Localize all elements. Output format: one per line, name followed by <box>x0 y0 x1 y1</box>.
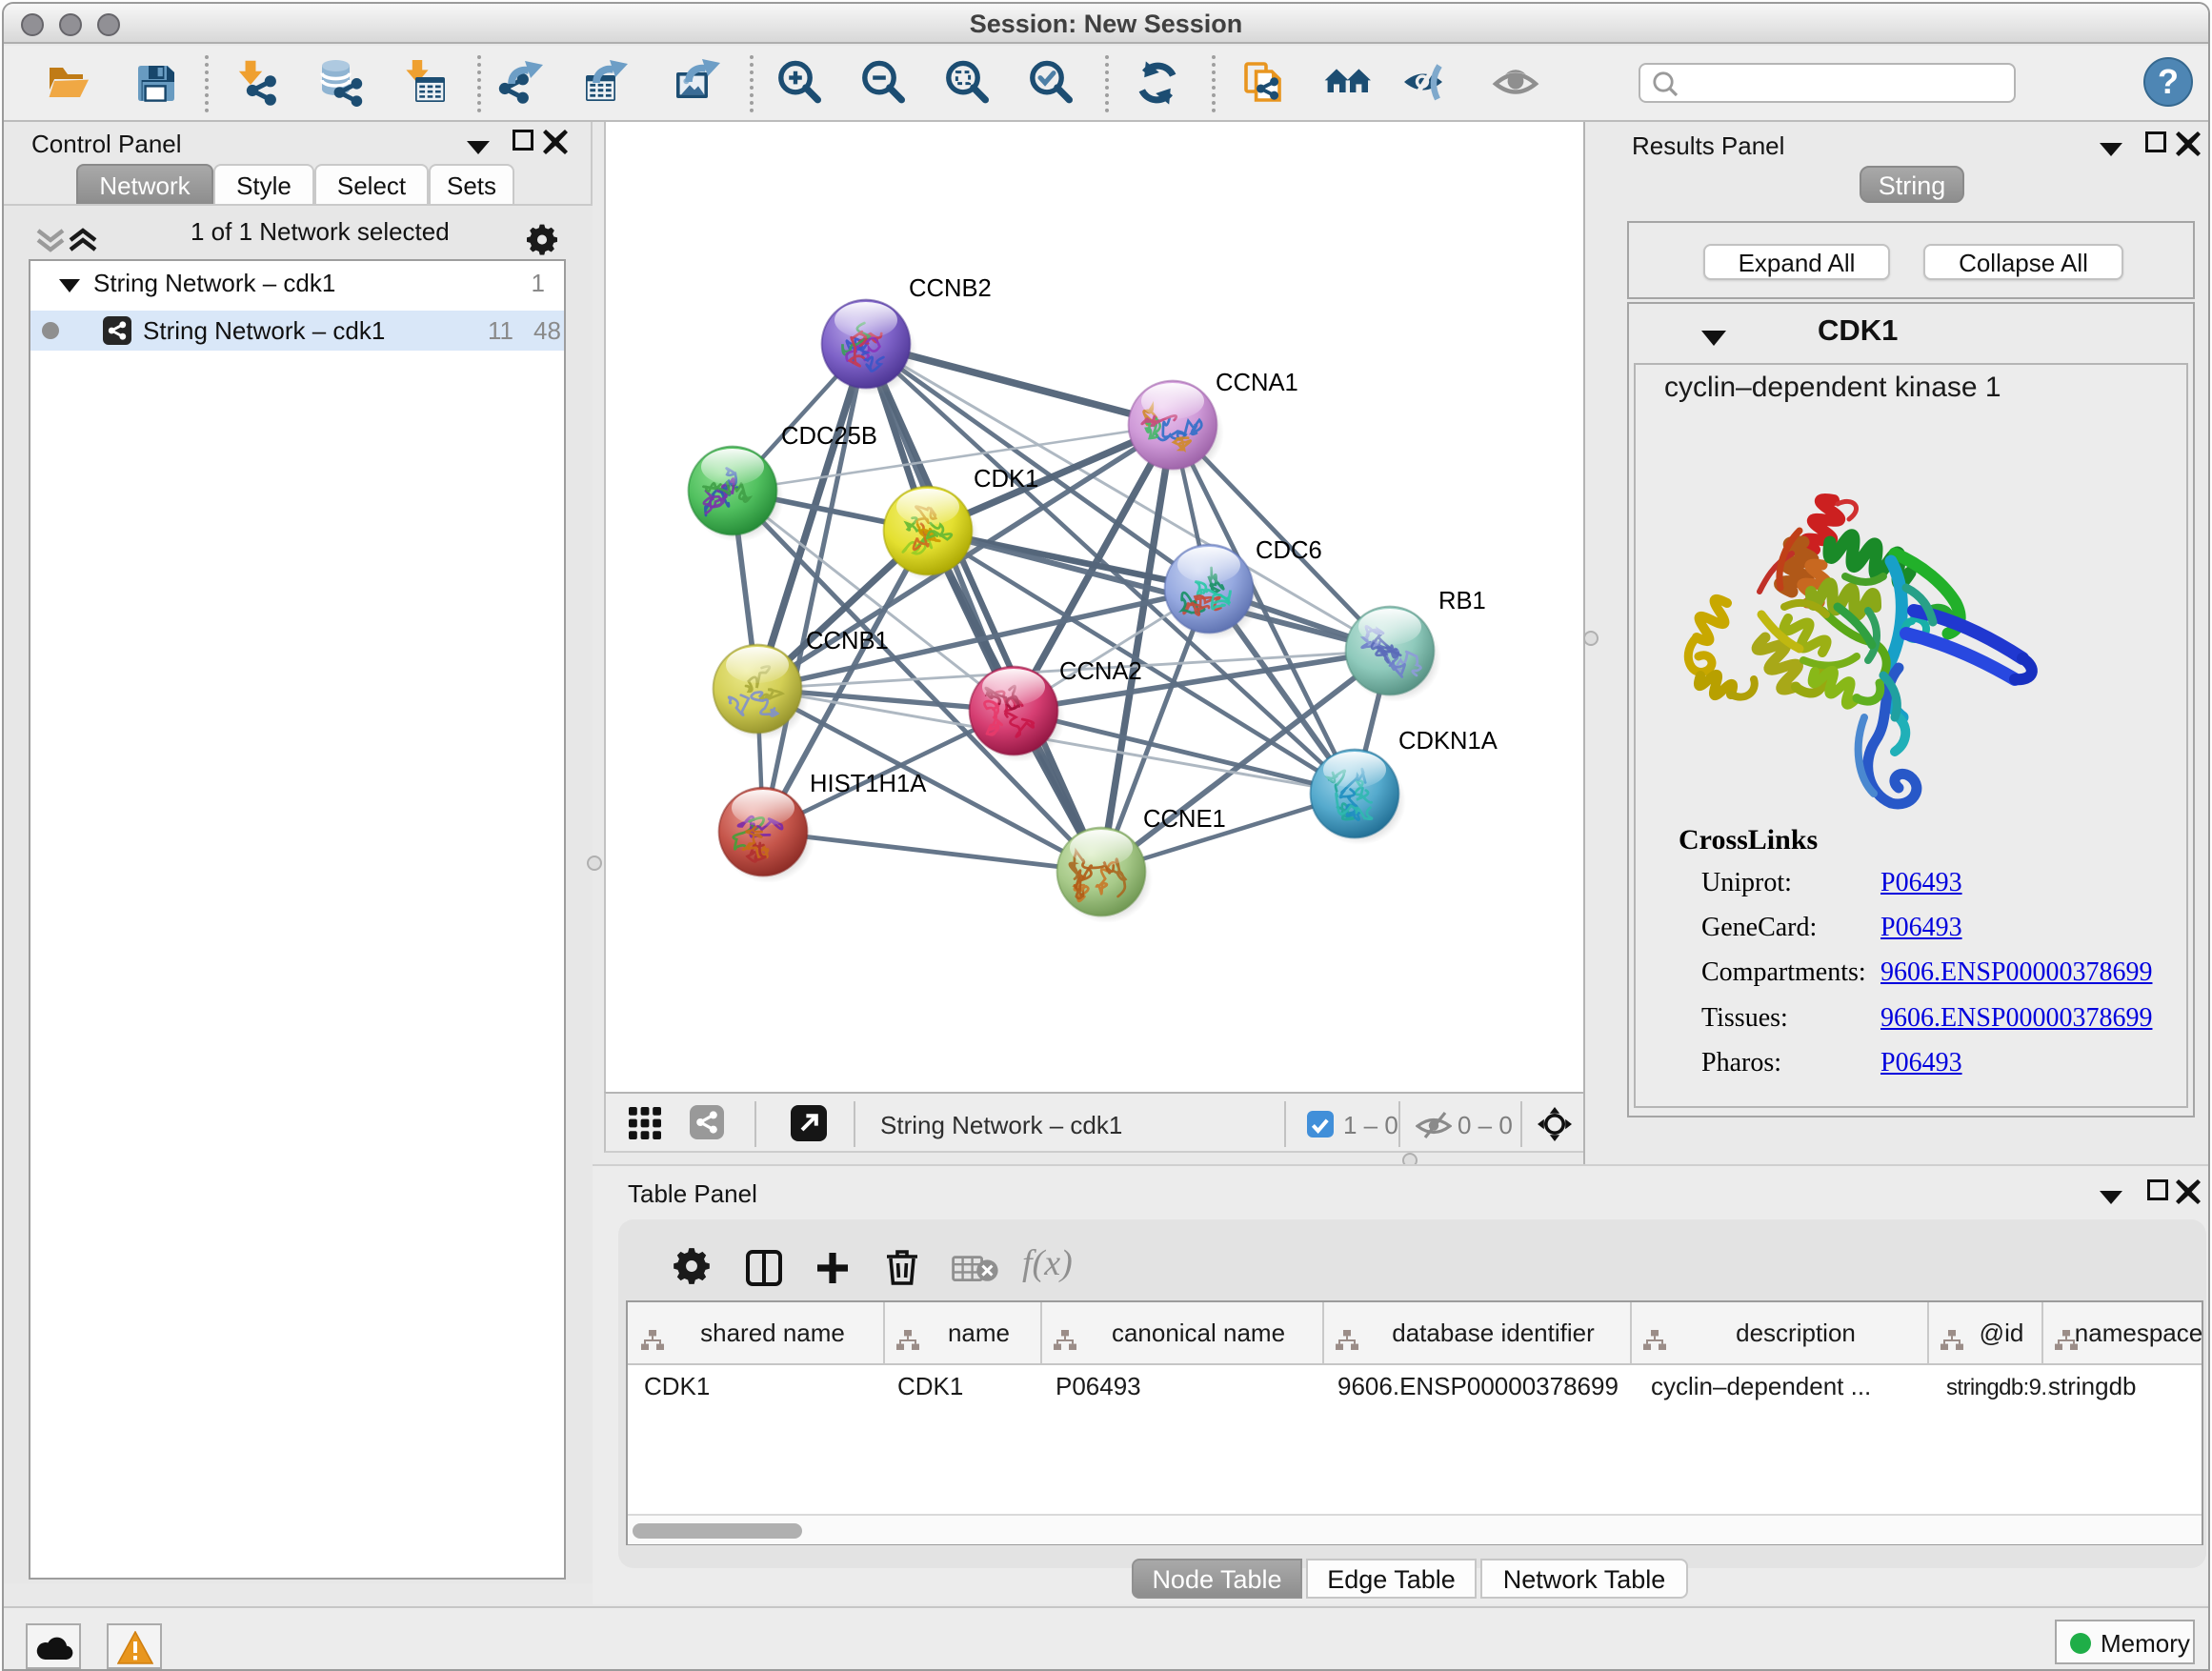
svg-text:CCNE1: CCNE1 <box>1143 806 1226 833</box>
svg-text:RB1: RB1 <box>1438 588 1486 614</box>
svg-text:CDK1: CDK1 <box>974 466 1038 493</box>
svg-text:HIST1H1A: HIST1H1A <box>810 771 927 797</box>
svg-text:CCNA2: CCNA2 <box>1059 658 1142 685</box>
svg-text:?: ? <box>2158 62 2179 101</box>
svg-text:CCNA1: CCNA1 <box>1216 370 1298 396</box>
svg-text:CDC6: CDC6 <box>1256 537 1322 564</box>
svg-text:CCNB1: CCNB1 <box>806 628 889 654</box>
svg-text:CDC25B: CDC25B <box>781 423 877 450</box>
svg-text:CCNB2: CCNB2 <box>909 275 992 302</box>
svg-text:CDKN1A: CDKN1A <box>1398 728 1498 755</box>
